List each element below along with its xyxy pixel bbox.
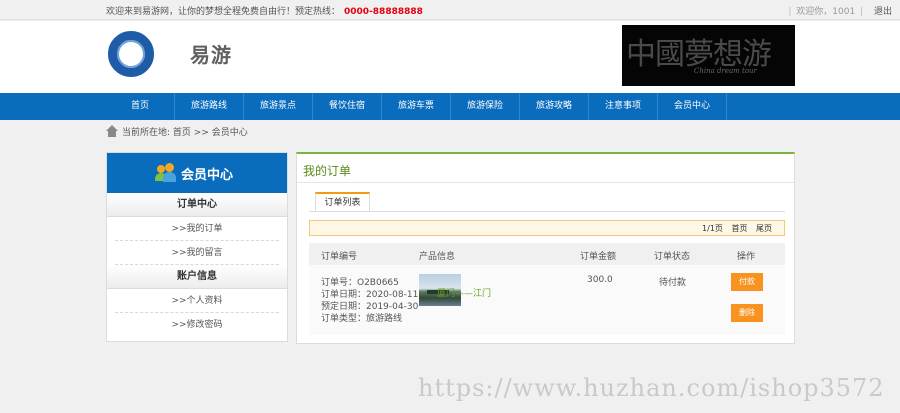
nav-item-routes[interactable]: 旅游路线 bbox=[175, 93, 244, 120]
logo-ring-icon bbox=[108, 31, 154, 77]
page-indicator: 1/1页 bbox=[702, 224, 723, 233]
divider bbox=[297, 182, 794, 183]
site-logo[interactable]: 易游 bbox=[106, 27, 250, 79]
sidebar-group-orders: 订单中心 bbox=[107, 193, 287, 217]
order-status: 待付款 bbox=[659, 278, 687, 288]
nav-item-home[interactable]: 首页 bbox=[106, 93, 175, 120]
breadcrumb-path[interactable]: 首页 >> 会员中心 bbox=[173, 128, 248, 138]
breadcrumb-label: 当前所在地: bbox=[122, 128, 171, 138]
col-amount: 订单金额 bbox=[580, 252, 617, 262]
col-actions: 操作 bbox=[737, 252, 756, 262]
nav-item-attractions[interactable]: 旅游景点 bbox=[244, 93, 313, 120]
col-status: 订单状态 bbox=[654, 252, 691, 262]
nav-item-notices[interactable]: 注意事项 bbox=[589, 93, 658, 120]
order-type: 订单类型：旅游路线 bbox=[321, 314, 403, 324]
member-sidebar: 会员中心 订单中心 >>我的订单 >>我的留言 账户信息 >>个人资料 >>修改… bbox=[106, 152, 288, 342]
tab-underline bbox=[309, 211, 785, 212]
welcome-text: 欢迎来到易游网，让你的梦想全程免费自由行！预定热线： 0000-88888888 bbox=[106, 4, 423, 17]
col-product: 产品信息 bbox=[419, 252, 456, 262]
user-area: | 欢迎你，1001 | 退出 bbox=[786, 4, 892, 17]
watermark-text: https://www.huzhan.com/ishop3572 bbox=[418, 374, 885, 402]
order-amount: 300.0 bbox=[587, 275, 613, 285]
hotline-number: 0000-88888888 bbox=[344, 7, 423, 17]
breadcrumb: 当前所在地: 首页 >> 会员中心 bbox=[106, 125, 248, 141]
welcome-message: 欢迎来到易游网，让你的梦想全程免费自由行！预定热线： bbox=[106, 7, 341, 17]
main-nav: 首页 旅游路线 旅游景点 餐饮住宿 旅游车票 旅游保险 旅游攻略 注意事项 会员… bbox=[0, 93, 900, 120]
order-date: 订单日期：2020-08-11 bbox=[321, 290, 419, 300]
divider: | bbox=[788, 7, 792, 17]
site-header: 易游 中國夢想游 China dream tour bbox=[0, 21, 900, 93]
last-page-link[interactable]: 尾页 bbox=[756, 224, 772, 233]
members-icon bbox=[155, 163, 176, 183]
page-title: 我的订单 bbox=[303, 164, 352, 178]
order-meta: 订单号：O2B0665 订单日期：2020-08-11 预定日期：2019-04… bbox=[321, 277, 418, 325]
nav-item-hotels[interactable]: 餐饮住宿 bbox=[313, 93, 382, 120]
nav-item-insurance[interactable]: 旅游保险 bbox=[451, 93, 520, 120]
logo-text: 易游 bbox=[190, 43, 232, 67]
sidebar-item-my-messages[interactable]: >>我的留言 bbox=[115, 241, 279, 265]
brand-banner: 中國夢想游 China dream tour bbox=[622, 25, 795, 86]
pay-button[interactable]: 付款 bbox=[731, 273, 763, 291]
table-header: 订单编号 产品信息 订单金额 订单状态 操作 bbox=[309, 243, 785, 265]
brand-subtitle: China dream tour bbox=[694, 67, 757, 75]
nav-item-guides[interactable]: 旅游攻略 bbox=[520, 93, 589, 120]
nav-item-member[interactable]: 会员中心 bbox=[658, 93, 727, 120]
sidebar-item-profile[interactable]: >>个人资料 bbox=[115, 289, 279, 313]
orders-panel: 我的订单 订单列表 1/1页 首页 尾页 订单编号 产品信息 订单金额 订单状态… bbox=[296, 152, 795, 344]
nav-item-tickets[interactable]: 旅游车票 bbox=[382, 93, 451, 120]
sidebar-header: 会员中心 bbox=[107, 153, 287, 193]
sidebar-item-change-password[interactable]: >>修改密码 bbox=[115, 313, 279, 337]
table-row: 订单号：O2B0665 订单日期：2020-08-11 预定日期：2019-04… bbox=[309, 265, 785, 335]
sidebar-group-account: 账户信息 bbox=[107, 265, 287, 289]
col-order-no: 订单编号 bbox=[321, 252, 358, 262]
product-link[interactable]: 厦门——江门 bbox=[437, 286, 491, 299]
top-bar: 欢迎来到易游网，让你的梦想全程免费自由行！预定热线： 0000-88888888 … bbox=[0, 0, 900, 20]
delete-button[interactable]: 删除 bbox=[731, 304, 763, 322]
user-greeting: 欢迎你，1001 bbox=[796, 7, 856, 17]
logout-link[interactable]: 退出 bbox=[874, 7, 892, 17]
sidebar-item-my-orders[interactable]: >>我的订单 bbox=[115, 217, 279, 241]
pagination-bar: 1/1页 首页 尾页 bbox=[309, 220, 785, 236]
order-number: 订单号：O2B0665 bbox=[321, 278, 399, 288]
home-icon bbox=[106, 125, 118, 137]
booking-date: 预定日期：2019-04-30 bbox=[321, 302, 419, 312]
first-page-link[interactable]: 首页 bbox=[731, 224, 747, 233]
divider: | bbox=[860, 7, 864, 17]
tab-order-list[interactable]: 订单列表 bbox=[315, 192, 370, 212]
sidebar-title: 会员中心 bbox=[181, 168, 234, 183]
